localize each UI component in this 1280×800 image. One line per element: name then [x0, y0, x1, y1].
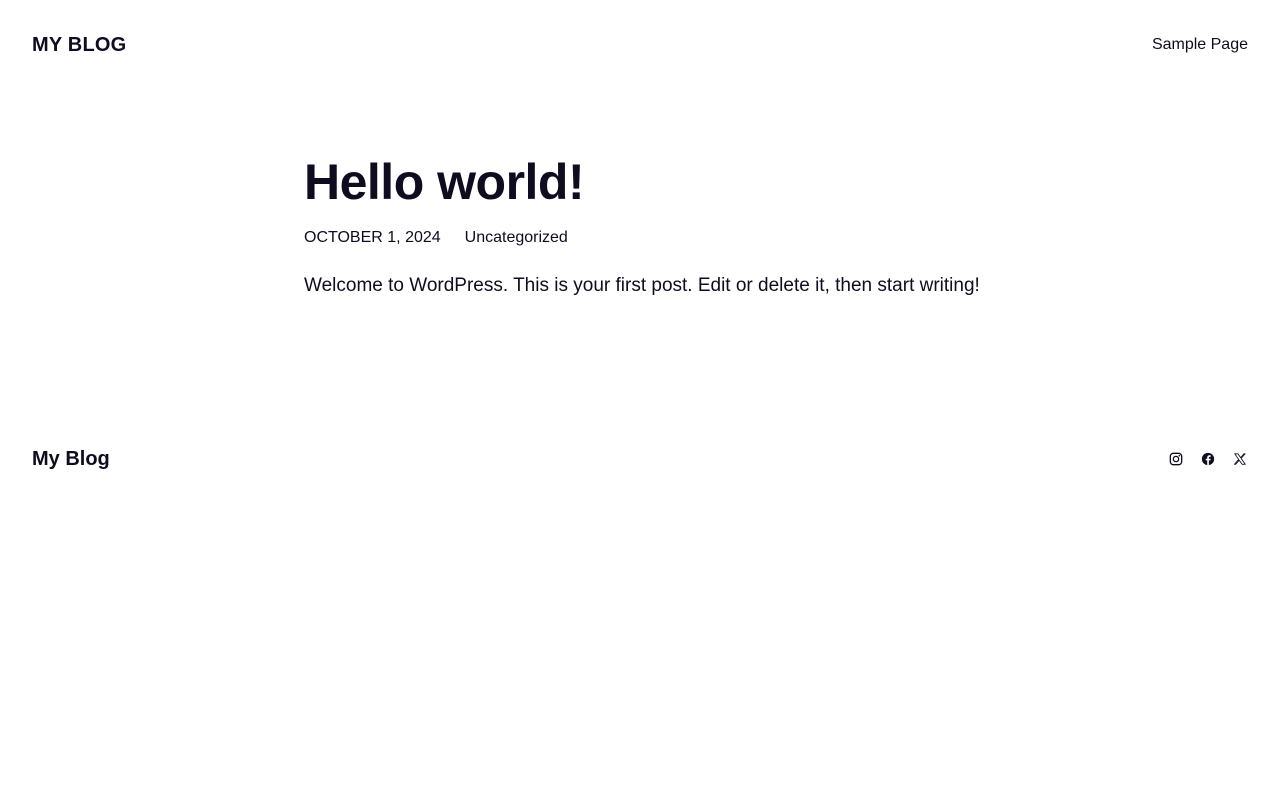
social-links	[1168, 451, 1248, 467]
post-meta: OCTOBER 1, 2024 Uncategorized	[304, 229, 1004, 247]
main-nav: Sample Page	[1152, 36, 1248, 54]
instagram-icon[interactable]	[1168, 451, 1184, 467]
site-title-link[interactable]: MY BLOG	[32, 34, 126, 57]
nav-item-sample-page[interactable]: Sample Page	[1152, 36, 1248, 53]
post-title: Hello world!	[304, 154, 585, 210]
post-category-link[interactable]: Uncategorized	[465, 229, 568, 247]
footer-site-title-link[interactable]: My Blog	[32, 448, 110, 471]
post-article: Hello world! OCTOBER 1, 2024 Uncategoriz…	[304, 150, 1004, 318]
facebook-icon[interactable]	[1200, 451, 1216, 467]
site-footer: My Blog	[32, 444, 1248, 474]
x-icon[interactable]	[1232, 451, 1248, 467]
post-date: OCTOBER 1, 2024	[304, 229, 441, 246]
post-content: Welcome to WordPress. This is your first…	[304, 275, 980, 296]
site-header: MY BLOG Sample Page	[32, 30, 1248, 60]
